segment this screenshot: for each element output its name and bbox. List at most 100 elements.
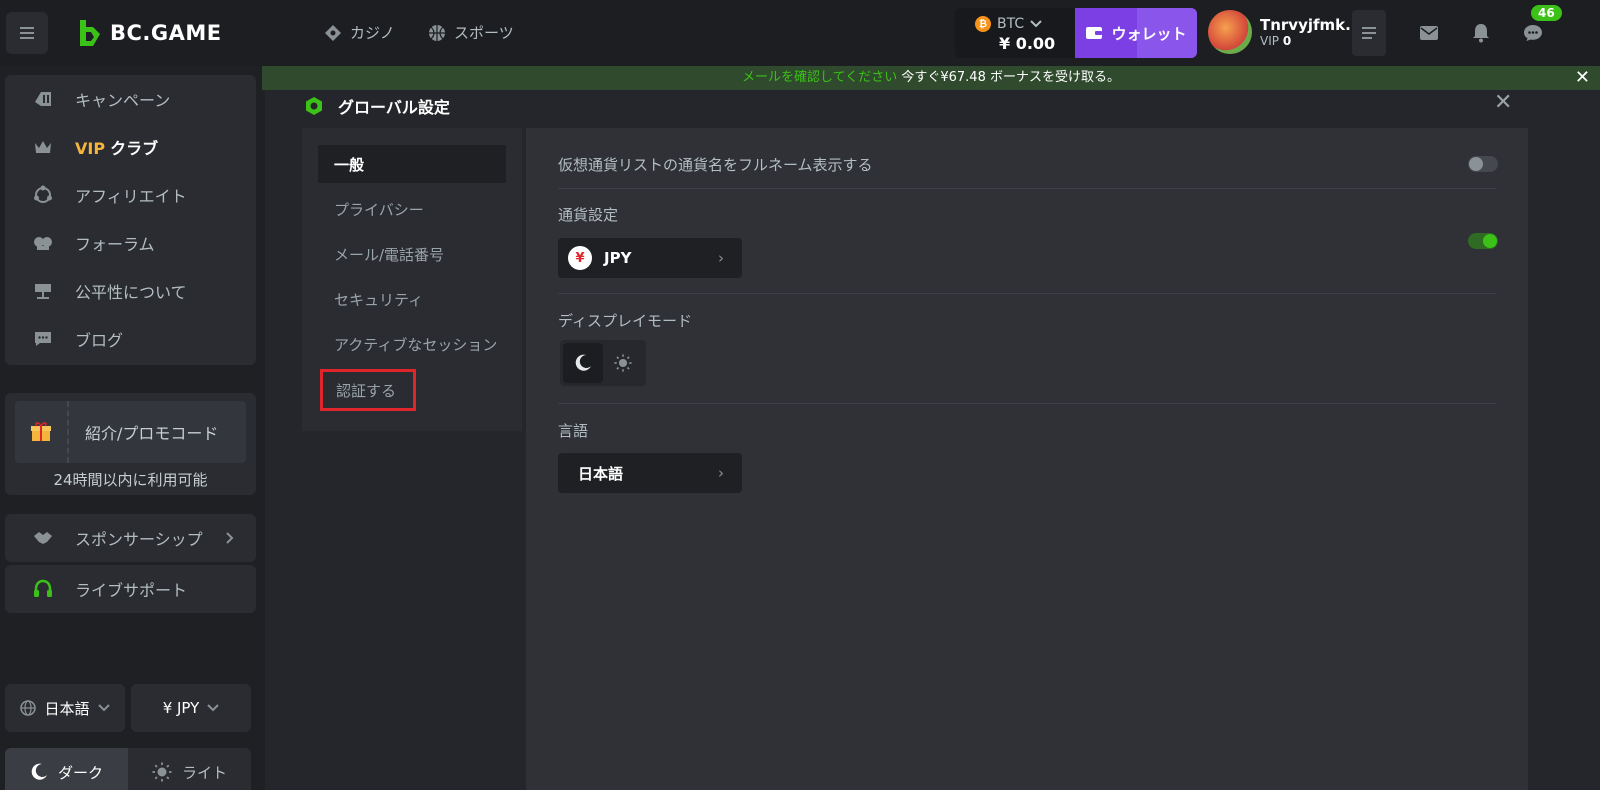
- tab-email-phone[interactable]: メール/電話番号: [318, 235, 506, 273]
- tab-privacy[interactable]: プライバシー: [318, 190, 506, 228]
- language-picker[interactable]: 日本語 ›: [558, 453, 742, 493]
- sidebar-item-label: アフィリエイト: [75, 187, 187, 206]
- tab-security[interactable]: セキュリティ: [318, 280, 506, 318]
- list-icon: [1362, 27, 1376, 39]
- sidebar-item-label: フォーラム: [75, 235, 155, 254]
- chat-badge: 46: [1531, 5, 1562, 21]
- balance-amount: ¥ 0.00: [999, 34, 1056, 53]
- divider: [558, 293, 1496, 294]
- full-name-toggle[interactable]: [1468, 156, 1498, 172]
- settings-content: 仮想通貨リストの通貨名をフルネーム表示する 通貨設定 ¥ JPY › ディスプレ…: [526, 128, 1528, 790]
- currency-value: ¥ JPY: [162, 699, 200, 717]
- sidebar-item-forum[interactable]: フォーラム: [5, 219, 256, 267]
- promo-code-panel: 紹介/プロモコード 24時間以内に利用可能: [5, 393, 256, 495]
- currency-select[interactable]: ¥ JPY: [131, 684, 251, 732]
- sidebar: キャンペーン VIP クラブ アフィリエイト フォーラム 公平性について ブログ: [0, 66, 265, 790]
- chevron-down-icon: [97, 704, 110, 712]
- notification-button[interactable]: [1468, 20, 1494, 46]
- top-bar: BC.GAME カジノ スポーツ ₿ BTC ¥ 0.00 ウォレット Tnrv…: [0, 0, 1600, 66]
- currency-setting-label: 通貨設定: [558, 206, 619, 224]
- user-menu-button[interactable]: [1352, 10, 1386, 56]
- sidebar-nav: キャンペーン VIP クラブ アフィリエイト フォーラム 公平性について ブログ: [5, 75, 256, 365]
- logo[interactable]: BC.GAME: [76, 18, 222, 48]
- wallet-button[interactable]: ウォレット: [1075, 8, 1197, 58]
- sidebar-item-campaign[interactable]: キャンペーン: [5, 75, 256, 123]
- display-mode-switch: [560, 340, 646, 386]
- sidebar-item-label: クラブ: [110, 139, 159, 158]
- chat-icon: [1524, 25, 1542, 41]
- sidebar-item-blog[interactable]: ブログ: [5, 315, 256, 363]
- dark-mode-button[interactable]: [563, 343, 603, 383]
- sponsorship-item[interactable]: スポンサーシップ: [5, 514, 256, 562]
- promo-subtitle: 24時間以内に利用可能: [53, 471, 208, 489]
- email-verify-banner: メールを確認してください 今すぐ¥67.48 ボーナスを受け取る。 ✕: [262, 66, 1600, 90]
- settings-tabs: 一般 プライバシー メール/電話番号 セキュリティ アクティブなセッション 認証…: [302, 128, 522, 431]
- casino-icon: [325, 24, 341, 41]
- settings-header: グローバル設定: [304, 94, 450, 118]
- nav-sports-label: スポーツ: [454, 24, 514, 42]
- close-icon[interactable]: ✕: [1575, 68, 1590, 88]
- sidebar-item-label: キャンペーン: [75, 91, 171, 110]
- sports-icon: [429, 24, 445, 41]
- tab-general[interactable]: 一般: [318, 145, 506, 183]
- banner-text: 今すぐ¥67.48 ボーナスを受け取る。: [897, 70, 1120, 85]
- yen-icon: ¥: [568, 246, 592, 270]
- mail-icon: [1420, 26, 1438, 40]
- blog-icon: [35, 332, 51, 346]
- sponsorship-label: スポンサーシップ: [75, 530, 203, 549]
- avatar[interactable]: [1208, 10, 1252, 54]
- bc-logo-icon: [80, 20, 100, 46]
- wallet-label: ウォレット: [1111, 24, 1187, 43]
- divider: [558, 403, 1496, 404]
- forum-icon: [34, 237, 52, 250]
- currency-picker[interactable]: ¥ JPY ›: [558, 238, 742, 278]
- globe-icon: [20, 700, 37, 716]
- logo-text: BC.GAME: [110, 21, 222, 45]
- wallet-icon: [1086, 27, 1103, 39]
- live-support-label: ライブサポート: [75, 581, 188, 600]
- sidebar-item-affiliate[interactable]: アフィリエイト: [5, 171, 256, 219]
- fairness-icon: [35, 284, 51, 299]
- chat-button[interactable]: [1520, 20, 1546, 46]
- language-picker-value: 日本語: [578, 464, 624, 483]
- nav-sports[interactable]: スポーツ: [428, 22, 514, 43]
- settings-hex-icon: [306, 97, 322, 115]
- user-profile[interactable]: Tnrvyjfmk... VIP 0: [1208, 10, 1362, 54]
- vip-tag: VIP: [75, 139, 106, 158]
- sidebar-item-fairness[interactable]: 公平性について: [5, 267, 256, 315]
- mail-button[interactable]: [1416, 20, 1442, 46]
- currency-toggle[interactable]: [1468, 233, 1498, 249]
- chevron-right-icon: ›: [718, 464, 724, 482]
- gift-icon: [31, 422, 51, 441]
- affiliate-icon: [34, 185, 52, 203]
- full-name-setting-label: 仮想通貨リストの通貨名をフルネーム表示する: [558, 156, 873, 174]
- tab-verify[interactable]: 認証する: [320, 369, 416, 411]
- vip-level: VIP 0: [1260, 34, 1292, 48]
- chevron-down-icon: [207, 704, 220, 712]
- tab-active-sessions[interactable]: アクティブなセッション: [318, 325, 506, 363]
- crown-icon: [35, 141, 51, 153]
- close-icon[interactable]: ✕: [1494, 90, 1512, 115]
- promo-label: 紹介/プロモコード: [69, 401, 246, 463]
- chevron-down-icon: [1030, 20, 1042, 28]
- username: Tnrvyjfmk...: [1260, 16, 1363, 34]
- sidebar-item-vip-club[interactable]: VIP クラブ: [5, 123, 256, 171]
- sidebar-item-label: 公平性について: [75, 283, 187, 302]
- sun-icon: [614, 354, 632, 372]
- chevron-right-icon: ›: [718, 249, 724, 267]
- display-mode-label: ディスプレイモード: [558, 312, 692, 330]
- verify-email-link[interactable]: メールを確認してください: [742, 70, 897, 85]
- moon-icon: [31, 763, 47, 780]
- language-select[interactable]: 日本語: [5, 684, 125, 732]
- campaign-icon: [35, 92, 51, 106]
- light-mode-button[interactable]: [603, 343, 643, 383]
- promo-code-button[interactable]: 紹介/プロモコード: [15, 401, 246, 463]
- balance-selector[interactable]: ₿ BTC ¥ 0.00: [955, 8, 1075, 58]
- theme-light-button[interactable]: ライト: [128, 748, 251, 790]
- currency-picker-value: JPY: [604, 249, 632, 267]
- menu-button[interactable]: [6, 12, 48, 54]
- theme-dark-button[interactable]: ダーク: [5, 748, 128, 790]
- language-setting-label: 言語: [558, 422, 589, 440]
- live-support-item[interactable]: ライブサポート: [5, 565, 256, 613]
- nav-casino[interactable]: カジノ: [324, 22, 395, 43]
